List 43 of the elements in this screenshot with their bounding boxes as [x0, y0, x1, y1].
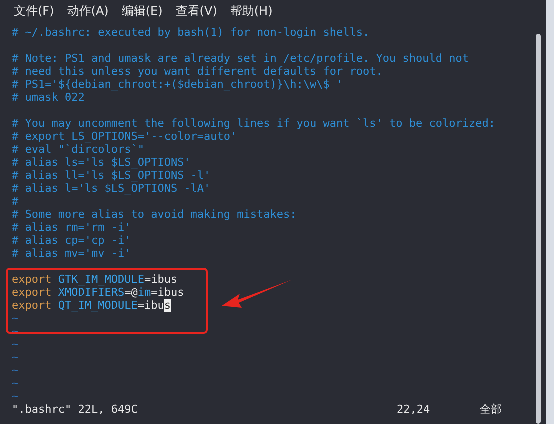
empty-line-marker: ~ — [12, 312, 19, 325]
empty-line-marker: ~ — [12, 390, 19, 403]
code-comment: # PS1='${debian_chroot:+($debian_chroot)}\h:\w\$ ' — [12, 78, 344, 91]
cursor-position: 22,24 — [397, 403, 432, 417]
code-token: QT_IM_MODULE — [58, 299, 138, 312]
code-comment: # — [12, 195, 19, 208]
code-comment: # alias cp='cp -i' — [12, 234, 132, 247]
code-comment: # Note: PS1 and umask are already set in /etc/profile. You should not — [12, 52, 469, 65]
text-cursor: s — [164, 299, 171, 312]
code-token: =ibu — [138, 299, 164, 312]
code-token: export — [12, 273, 52, 286]
code-token: export — [12, 299, 52, 312]
code-comment: # alias rm='rm -i' — [12, 221, 132, 234]
code-comment: # alias ls='ls $LS_OPTIONS' — [12, 156, 191, 169]
file-info: ".bashrc" 22L, 649C — [12, 403, 139, 417]
code-comment: # export LS_OPTIONS='--color=auto' — [12, 130, 238, 143]
code-token: GTK_IM_MODULE — [58, 273, 144, 286]
code-token: im — [138, 286, 152, 299]
code-comment: # need this unless you want different defaults for root. — [12, 65, 383, 78]
menu-item[interactable]: 帮助(H) — [230, 2, 273, 20]
code-comment: # alias mv='mv -i' — [12, 247, 132, 260]
empty-line-marker: ~ — [12, 351, 19, 364]
empty-line-marker: ~ — [12, 377, 19, 390]
menu-item[interactable]: 查看(V) — [176, 2, 218, 20]
menu-item[interactable]: 文件(F) — [14, 2, 54, 20]
code-comment: # You may uncomment the following lines if you want `ls' to be colorized: — [12, 117, 496, 130]
code-comment: # Some more alias to avoid making mistakes: — [12, 208, 297, 221]
menu-item[interactable]: 编辑(E) — [122, 2, 163, 20]
code-comment: # ~/.bashrc: executed by bash(1) for non-login shells. — [12, 26, 370, 39]
code-token: =ibus — [151, 286, 184, 299]
code-token: =ibus — [144, 273, 178, 286]
menu-item[interactable]: 动作(A) — [67, 2, 109, 20]
code-token: XMODIFIERS — [58, 286, 125, 299]
code-comment: # eval "`dircolors`" — [12, 143, 144, 156]
code-token: =@ — [124, 286, 138, 299]
code-comment: # alias l='ls $LS_OPTIONS -lA' — [12, 182, 211, 195]
empty-line-marker: ~ — [12, 364, 19, 377]
code-token: export — [12, 286, 52, 299]
scroll-position: 全部 — [480, 403, 502, 417]
empty-line-marker: ~ — [12, 338, 19, 351]
scrollbar-thumb[interactable] — [536, 34, 541, 424]
code-comment: # umask 022 — [12, 91, 85, 104]
code-comment: # alias ll='ls $LS_OPTIONS -l' — [12, 169, 211, 182]
